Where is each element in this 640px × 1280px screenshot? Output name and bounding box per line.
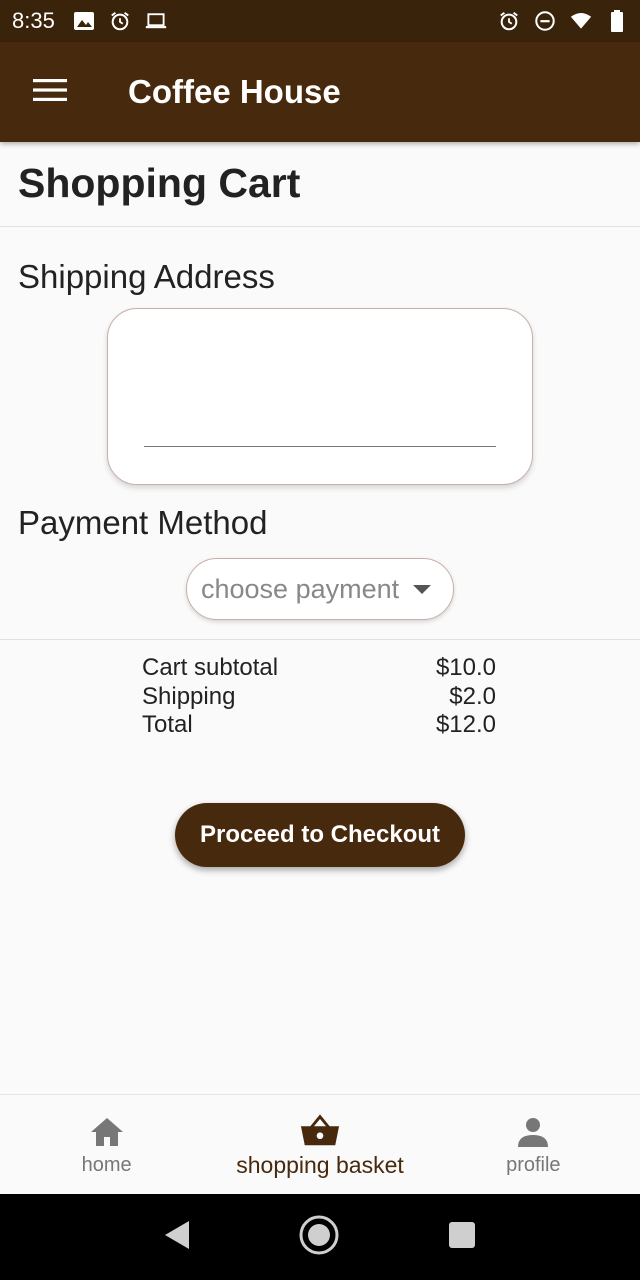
nav-label-shopping-basket: shopping basket bbox=[236, 1152, 404, 1178]
summary-value: $12.0 bbox=[435, 711, 496, 738]
summary-label: Shipping bbox=[142, 682, 236, 710]
status-time: 8:35 bbox=[12, 8, 55, 33]
summary-divider bbox=[0, 639, 640, 640]
order-summary: Cart subtotal $10.0 Shipping $2.0 Total … bbox=[142, 654, 496, 740]
laptop-icon bbox=[145, 10, 167, 32]
bottom-nav: home shopping basket profile bbox=[0, 1094, 640, 1194]
summary-row-subtotal: Cart subtotal $10.0 bbox=[142, 654, 496, 683]
chevron-down-icon bbox=[413, 584, 432, 594]
payment-method-dropdown[interactable]: choose payment bbox=[186, 558, 454, 620]
payment-method-label: Payment Method bbox=[18, 504, 268, 541]
title-divider bbox=[0, 226, 640, 227]
home-icon bbox=[87, 1112, 127, 1152]
nav-label-profile: profile bbox=[506, 1154, 561, 1176]
system-nav-bar bbox=[0, 1194, 640, 1280]
summary-value: $2.0 bbox=[449, 682, 496, 710]
image-icon bbox=[73, 10, 95, 32]
recents-icon[interactable] bbox=[447, 1220, 477, 1255]
home-circle-icon[interactable] bbox=[298, 1214, 340, 1261]
nav-label-home: home bbox=[81, 1154, 132, 1176]
nav-item-home[interactable]: home bbox=[0, 1095, 213, 1194]
status-icons-right bbox=[498, 10, 628, 32]
nav-item-shopping-basket[interactable]: shopping basket bbox=[213, 1095, 426, 1194]
nav-item-profile[interactable]: profile bbox=[427, 1095, 640, 1194]
basket-icon bbox=[300, 1110, 340, 1150]
page-title: Shopping Cart bbox=[18, 160, 301, 206]
status-bar: 8:35 bbox=[0, 0, 640, 42]
summary-row-total: Total $12.0 bbox=[142, 711, 496, 740]
payment-placeholder: choose payment bbox=[201, 573, 400, 604]
summary-label: Cart subtotal bbox=[142, 654, 279, 681]
person-icon bbox=[513, 1112, 553, 1152]
wifi-icon bbox=[570, 10, 592, 32]
alarm-icon bbox=[109, 10, 131, 32]
menu-icon bbox=[33, 78, 67, 107]
menu-button[interactable] bbox=[0, 42, 100, 142]
shipping-address-label: Shipping Address bbox=[18, 258, 275, 295]
do-not-disturb-icon bbox=[534, 10, 556, 32]
app-title: Coffee House bbox=[128, 73, 341, 110]
alarm-icon bbox=[498, 10, 520, 32]
shipping-address-input[interactable] bbox=[144, 401, 496, 447]
summary-value: $10.0 bbox=[435, 654, 496, 681]
battery-icon bbox=[606, 10, 628, 32]
summary-row-shipping: Shipping $2.0 bbox=[142, 683, 496, 712]
summary-label: Total bbox=[142, 711, 193, 738]
shipping-address-card bbox=[107, 308, 533, 485]
back-icon[interactable] bbox=[163, 1220, 191, 1255]
status-icons-left bbox=[73, 10, 167, 32]
proceed-to-checkout-button[interactable]: Proceed to Checkout bbox=[175, 803, 465, 867]
app-bar: Coffee House bbox=[0, 42, 640, 142]
